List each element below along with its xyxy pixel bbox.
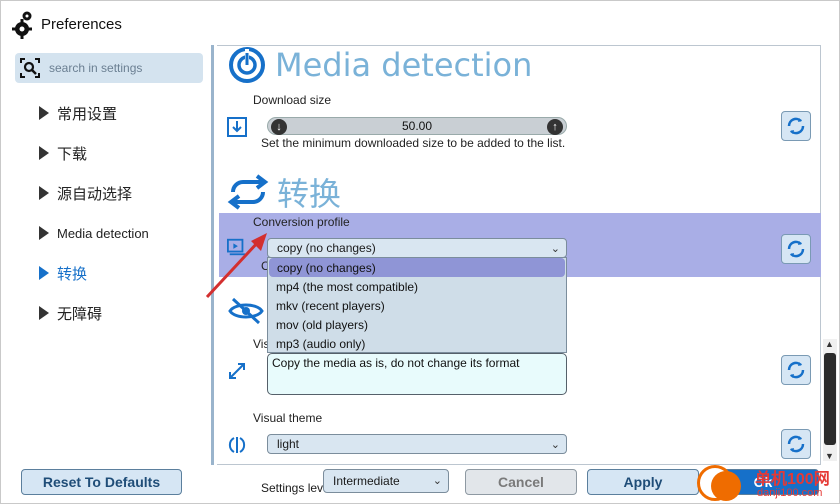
refresh-icon <box>787 117 805 135</box>
settings-level-value: Intermediate <box>333 474 400 488</box>
reset-to-defaults-button[interactable]: Reset To Defaults <box>21 469 182 495</box>
search-input[interactable]: search in settings <box>49 61 142 75</box>
chevron-down-icon: ⌄ <box>550 439 560 451</box>
watermark-logo-inner <box>711 471 741 501</box>
sidebar: 常用设置 下载 源自动选择 Media detection 转换 无障碍 <box>31 93 211 333</box>
sidebar-item-label: 下载 <box>57 145 88 163</box>
gear-icon <box>9 9 35 39</box>
watermark-text: 单机100网 <box>755 471 830 488</box>
conversion-profile-select[interactable]: copy (no changes) ⌄ <box>267 238 567 258</box>
watermark: 单机100网 danji100.com <box>695 463 840 504</box>
visual-theme-label: Visual theme <box>253 411 323 425</box>
dropdown-option[interactable]: mov (old players) <box>268 315 566 334</box>
expand-icon <box>227 361 247 381</box>
preferences-window: Preferences search in settings 常用设置 下载 源… <box>0 0 840 504</box>
refresh-icon <box>787 240 805 258</box>
scroll-down-icon[interactable]: ▼ <box>825 451 834 461</box>
eye-slash-icon <box>227 297 265 325</box>
refresh-icon <box>787 361 805 379</box>
dropdown-option[interactable]: mp4 (the most compatible) <box>268 277 566 296</box>
download-size-label: Download size <box>253 93 332 107</box>
convert-icon <box>227 174 269 210</box>
chevron-down-icon: ⌄ <box>432 475 442 487</box>
download-size-help: Set the minimum downloaded size to be ad… <box>261 136 566 150</box>
section-heading: Media detection <box>275 46 533 84</box>
refresh-icon <box>787 435 805 453</box>
conversion-profile-value: copy (no changes) <box>277 241 376 255</box>
apply-button[interactable]: Apply <box>587 469 699 495</box>
scroll-up-icon[interactable]: ▲ <box>825 339 834 349</box>
watermark-url: danji100.com <box>757 487 823 499</box>
sidebar-item-source-auto-select[interactable]: 源自动选择 <box>31 173 211 213</box>
radar-icon <box>229 47 265 83</box>
section-media-detection: Media detection <box>227 45 532 85</box>
reset-visibility-button[interactable] <box>781 355 811 385</box>
reset-conversion-profile-button[interactable] <box>781 234 811 264</box>
download-icon <box>227 117 247 137</box>
search-box[interactable]: search in settings <box>15 53 203 83</box>
conversion-profile-label: Conversion profile <box>253 215 350 229</box>
expand-triangle-icon <box>39 186 49 200</box>
theme-icon <box>227 435 247 455</box>
conversion-profile-dropdown: copy (no changes) mp4 (the most compatib… <box>267 257 567 353</box>
section-heading: 转换 <box>277 175 342 213</box>
sidebar-item-label: 转换 <box>57 265 88 283</box>
dropdown-option[interactable]: copy (no changes) <box>269 258 565 277</box>
sidebar-item-label: 无障碍 <box>57 305 103 323</box>
sidebar-item-label: 常用设置 <box>57 105 118 123</box>
chevron-down-icon: ⌄ <box>550 243 560 255</box>
expand-triangle-icon <box>39 226 49 240</box>
settings-level-label: Settings level <box>261 481 333 495</box>
sidebar-item-download[interactable]: 下载 <box>31 133 211 173</box>
download-size-value: 50.00 <box>401 119 433 133</box>
sidebar-item-media-detection[interactable]: Media detection <box>31 213 211 253</box>
visual-theme-select[interactable]: light ⌄ <box>267 434 567 454</box>
reset-visual-theme-button[interactable] <box>781 429 811 459</box>
download-size-slider[interactable]: ↓ 50.00 ↑ <box>267 117 567 135</box>
expand-triangle-icon <box>39 146 49 160</box>
visual-theme-value: light <box>277 437 300 451</box>
expand-triangle-icon <box>39 106 49 120</box>
window-title: Preferences <box>41 15 122 33</box>
sidebar-item-accessibility[interactable]: 无障碍 <box>31 293 211 333</box>
red-arrow-annotation <box>205 233 267 299</box>
settings-level-select[interactable]: Intermediate ⌄ <box>323 469 449 493</box>
dropdown-option[interactable]: mp3 (audio only) <box>268 334 566 353</box>
title-bar: Preferences <box>9 7 122 41</box>
arrow-down-icon[interactable]: ↓ <box>271 119 287 135</box>
scrollbar-thumb[interactable] <box>824 353 836 445</box>
section-conversion: 转换 <box>227 169 341 215</box>
cancel-button[interactable]: Cancel <box>465 469 577 495</box>
sidebar-item-conversion[interactable]: 转换 <box>31 253 211 293</box>
dropdown-option[interactable]: mkv (recent players) <box>268 296 566 315</box>
arrow-up-icon[interactable]: ↑ <box>547 119 563 135</box>
sidebar-item-label: Media detection <box>57 225 149 241</box>
sidebar-item-general[interactable]: 常用设置 <box>31 93 211 133</box>
search-icon <box>15 53 45 83</box>
vertical-scrollbar[interactable]: ▲ ▼ <box>823 339 837 461</box>
profile-description: Copy the media as is, do not change its … <box>267 353 567 395</box>
reset-download-size-button[interactable] <box>781 111 811 141</box>
expand-triangle-icon <box>39 306 49 320</box>
sidebar-item-label: 源自动选择 <box>57 185 133 203</box>
expand-triangle-icon <box>39 266 49 280</box>
